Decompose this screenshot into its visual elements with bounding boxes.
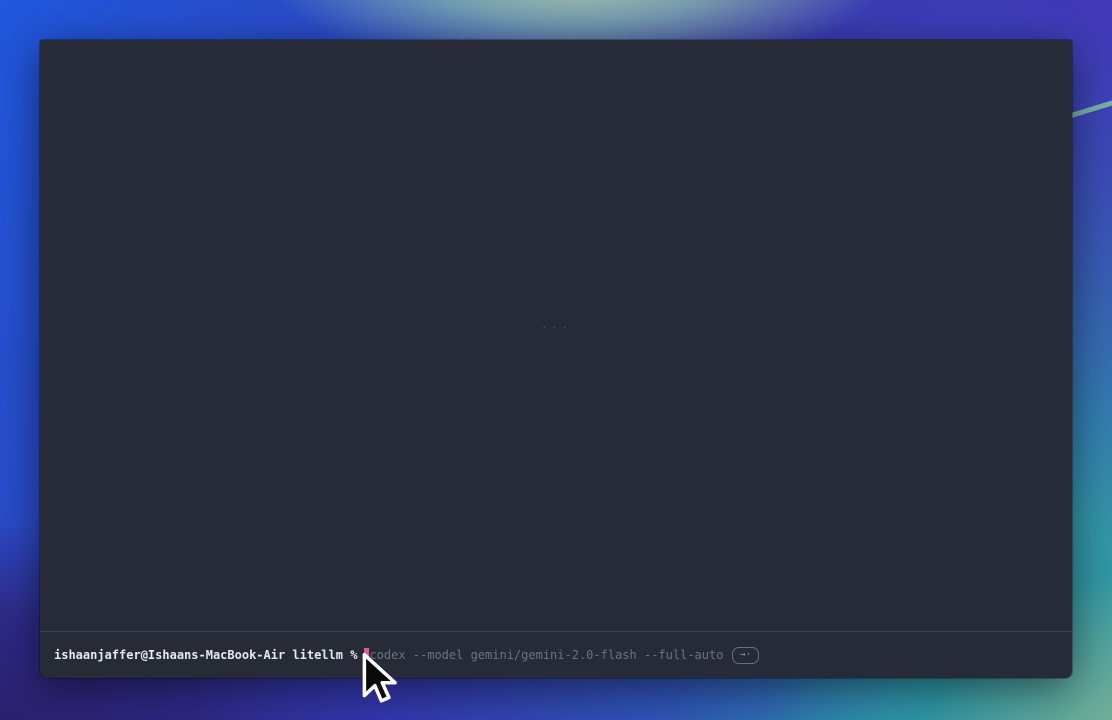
terminal-output-area: ··· (40, 40, 1072, 631)
loading-ellipsis: ··· (40, 321, 1072, 335)
terminal-prompt-bar[interactable]: ishaanjaffer@Ishaans-MacBook-Air litellm… (40, 631, 1072, 678)
accept-suggestion-key-hint-badge: →· (732, 647, 758, 664)
desktop-wallpaper: ··· ishaanjaffer@Ishaans-MacBook-Air lit… (0, 0, 1112, 720)
shell-prompt-text: ishaanjaffer@Ishaans-MacBook-Air litellm… (54, 648, 357, 662)
autosuggestion-command-text: codex --model gemini/gemini-2.0-flash --… (369, 648, 723, 662)
terminal-window[interactable]: ··· ishaanjaffer@Ishaans-MacBook-Air lit… (40, 40, 1072, 678)
